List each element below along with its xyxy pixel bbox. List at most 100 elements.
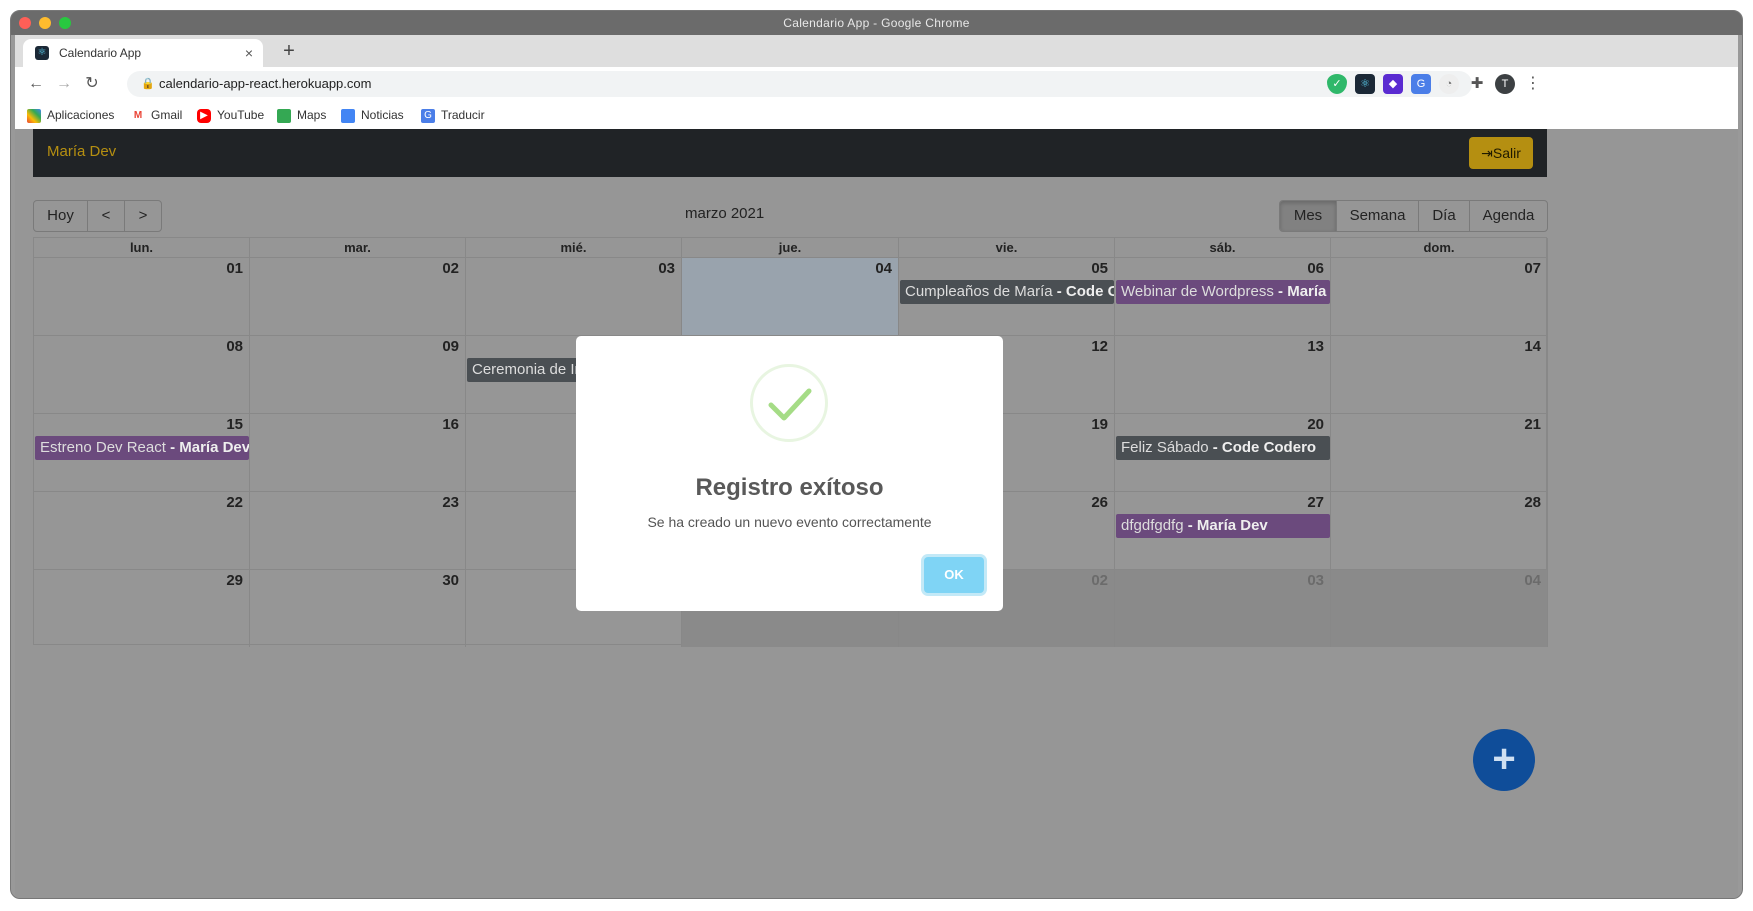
day-cell[interactable]: 22 (34, 491, 250, 569)
day-cell[interactable]: 04 (1331, 569, 1548, 647)
day-cell[interactable]: 16 (250, 413, 466, 491)
day-number[interactable]: 02 (1091, 572, 1108, 589)
redux-extension-icon[interactable]: ◆ (1383, 74, 1403, 94)
minimize-window-button[interactable] (39, 17, 51, 29)
today-button[interactable]: Hoy (34, 201, 88, 231)
day-cell[interactable]: 13 (1115, 335, 1331, 413)
day-cell[interactable]: 04 (682, 257, 899, 335)
new-tab-button[interactable]: + (277, 39, 301, 63)
bookmark-noticias[interactable]: Noticias (341, 101, 404, 129)
day-number[interactable]: 07 (1524, 260, 1541, 277)
logout-button[interactable]: ⇥Salir (1469, 137, 1533, 169)
tab-close-icon[interactable]: × (245, 39, 253, 67)
day-number[interactable]: 02 (442, 260, 459, 277)
day-number[interactable]: 03 (658, 260, 675, 277)
day-cell[interactable]: 02 (250, 257, 466, 335)
day-number[interactable]: 26 (1091, 494, 1108, 511)
day-number[interactable]: 06 (1307, 260, 1324, 277)
extensions-puzzle-icon[interactable]: ✚ (1467, 74, 1487, 94)
day-number[interactable]: 23 (442, 494, 459, 511)
maximize-window-button[interactable] (59, 17, 71, 29)
view-day-button[interactable]: Día (1419, 201, 1470, 231)
calendar-event[interactable]: Ceremonia de In (467, 358, 585, 382)
calendar-month-label: marzo 2021 (685, 205, 765, 222)
day-cell[interactable]: 23 (250, 491, 466, 569)
translate-extension-icon[interactable]: G (1411, 74, 1431, 94)
day-number[interactable]: 04 (1524, 572, 1541, 589)
day-cell[interactable]: 08 (34, 335, 250, 413)
day-cell[interactable]: 14 (1331, 335, 1548, 413)
day-number[interactable]: 28 (1524, 494, 1541, 511)
tab-bar: ⚛ Calendario App × + (15, 35, 1738, 67)
day-number[interactable]: 01 (226, 260, 243, 277)
bookmark-label: Noticias (361, 108, 404, 122)
reload-icon[interactable]: ↻ (81, 73, 103, 95)
event-title: Ceremonia de In (472, 361, 583, 378)
day-number[interactable]: 27 (1307, 494, 1324, 511)
day-cell[interactable]: 01 (34, 257, 250, 335)
timer-extension-icon[interactable]: ◔ (1439, 74, 1459, 94)
view-week-button[interactable]: Semana (1337, 201, 1419, 231)
day-number[interactable]: 15 (226, 416, 243, 433)
event-title: dfgdfgdfg (1121, 517, 1184, 534)
day-number[interactable]: 21 (1524, 416, 1541, 433)
back-icon[interactable]: ← (25, 73, 47, 95)
day-number[interactable]: 29 (226, 572, 243, 589)
bookmark-aplicaciones[interactable]: Aplicaciones (27, 101, 114, 129)
weekday-header: dom. (1331, 238, 1548, 257)
calendar-event[interactable]: Feliz Sábado - Code Codero (1116, 436, 1330, 460)
bookmark-youtube[interactable]: ▶ YouTube (197, 101, 264, 129)
weekday-header: mié. (466, 238, 682, 257)
day-number[interactable]: 03 (1307, 572, 1324, 589)
prev-button[interactable]: < (88, 201, 125, 231)
tab-title: Calendario App (59, 46, 142, 60)
weekday-header: mar. (250, 238, 466, 257)
day-number[interactable]: 16 (442, 416, 459, 433)
menu-kebab-icon[interactable]: ⋮ (1523, 74, 1543, 94)
day-number[interactable]: 04 (875, 260, 892, 277)
next-button[interactable]: > (125, 201, 161, 231)
day-number[interactable]: 08 (226, 338, 243, 355)
react-devtools-icon[interactable]: ⚛ (1355, 74, 1375, 94)
event-user: - Code Co (1056, 283, 1114, 300)
bookmark-traducir[interactable]: G Traducir (421, 101, 485, 129)
day-cell[interactable]: 29 (34, 569, 250, 647)
day-cell[interactable]: 28 (1331, 491, 1548, 569)
view-month-button[interactable]: Mes (1280, 201, 1337, 231)
calendar-nav-group: Hoy < > (33, 200, 162, 232)
forward-icon[interactable]: → (53, 73, 75, 95)
calendar-event[interactable]: dfgdfgdfg - María Dev (1116, 514, 1330, 538)
day-number[interactable]: 19 (1091, 416, 1108, 433)
day-cell[interactable]: 03 (1115, 569, 1331, 647)
day-number[interactable]: 30 (442, 572, 459, 589)
day-number[interactable]: 20 (1307, 416, 1324, 433)
window-titlebar: Calendario App - Google Chrome (11, 11, 1742, 35)
view-switcher: Mes Semana Día Agenda (1279, 200, 1548, 232)
browser-window: Calendario App - Google Chrome ⚛ Calenda… (10, 10, 1743, 899)
day-number[interactable]: 05 (1091, 260, 1108, 277)
day-cell[interactable]: 09 (250, 335, 466, 413)
tab-calendario-app[interactable]: ⚛ Calendario App × (23, 39, 263, 67)
address-bar[interactable]: 🔒 calendario-app-react.herokuapp.com ⚿ ☆ (127, 71, 1472, 97)
day-number[interactable]: 22 (226, 494, 243, 511)
weekday-header: lun. (34, 238, 250, 257)
day-cell[interactable]: 21 (1331, 413, 1548, 491)
calendar-event[interactable]: Webinar de Wordpress - María D (1116, 280, 1330, 304)
day-number[interactable]: 13 (1307, 338, 1324, 355)
user-name: María Dev (47, 143, 117, 160)
ok-button[interactable]: OK (924, 557, 984, 593)
close-window-button[interactable] (19, 17, 31, 29)
profile-avatar[interactable]: T (1495, 74, 1515, 94)
calendar-event[interactable]: Estreno Dev React - María Dev (35, 436, 249, 460)
view-agenda-button[interactable]: Agenda (1470, 201, 1547, 231)
bookmark-gmail[interactable]: M Gmail (131, 101, 183, 129)
day-number[interactable]: 12 (1091, 338, 1108, 355)
day-cell[interactable]: 07 (1331, 257, 1548, 335)
day-cell[interactable]: 03 (466, 257, 682, 335)
calendar-event[interactable]: Cumpleaños de María - Code Co (900, 280, 1114, 304)
day-number[interactable]: 14 (1524, 338, 1541, 355)
add-event-button[interactable]: + (1473, 729, 1535, 791)
day-number[interactable]: 09 (442, 338, 459, 355)
bookmark-maps[interactable]: Maps (277, 101, 326, 129)
day-cell[interactable]: 30 (250, 569, 466, 647)
